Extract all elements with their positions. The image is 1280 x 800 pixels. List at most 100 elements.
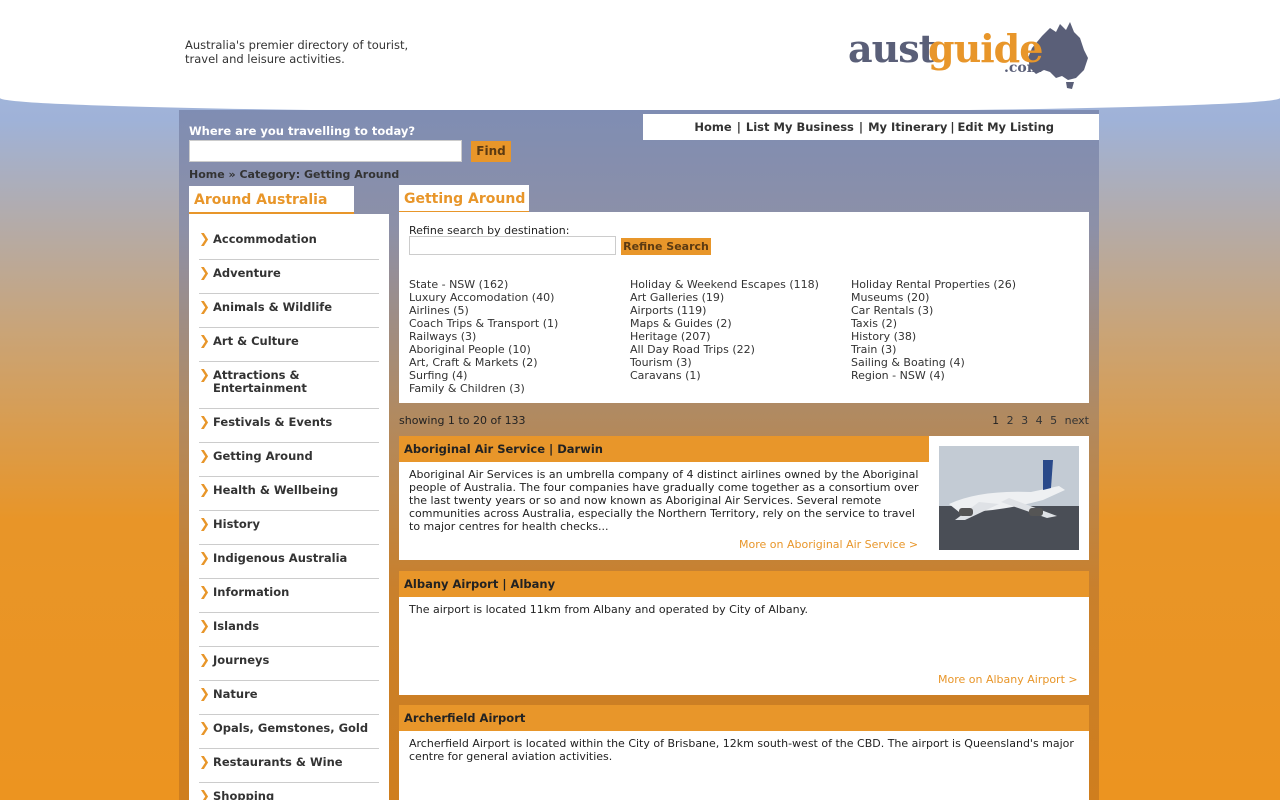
sidebar-item-label: Health & Wellbeing — [213, 483, 339, 497]
category-sidebar: ❯ Accommodation ❯ Adventure ❯ Animals & Wil… — [189, 214, 389, 800]
refine-link[interactable]: Car Rentals (3) — [851, 304, 1016, 317]
listing-name[interactable]: Aboriginal Air Service — [404, 442, 545, 456]
refine-search-button[interactable]: Refine Search — [621, 238, 711, 255]
listing-photo[interactable] — [939, 446, 1079, 550]
nav-separator: | — [950, 120, 955, 134]
sidebar-item-getting-around[interactable]: ❯ Getting Around — [199, 443, 379, 477]
refine-link[interactable]: State - NSW (162) — [409, 278, 558, 291]
chevron-right-icon: ❯ — [199, 415, 210, 430]
refine-link[interactable]: Art Galleries (19) — [630, 291, 819, 304]
airplane-photo-icon — [939, 446, 1079, 550]
sidebar-item-label: Attractions & Entertainment — [213, 368, 307, 395]
nav-my-itinerary[interactable]: My Itinerary — [868, 120, 947, 134]
refine-link[interactable]: Holiday & Weekend Escapes (118) — [630, 278, 819, 291]
sidebar-item-accommodation[interactable]: ❯ Accommodation — [199, 226, 379, 260]
sidebar-item-nature[interactable]: ❯ Nature — [199, 681, 379, 715]
listing-description: Archerfield Airport is located within th… — [409, 737, 1074, 763]
search-input[interactable] — [189, 140, 462, 162]
page-link[interactable]: 5 — [1050, 414, 1057, 427]
refine-input[interactable] — [409, 236, 616, 255]
nav-list-my-business[interactable]: List My Business — [746, 120, 854, 134]
find-button[interactable]: Find — [471, 141, 511, 162]
refine-link[interactable]: Tourism (3) — [630, 356, 819, 369]
nav-separator: | — [736, 120, 741, 134]
sidebar-item-shopping[interactable]: ❯ Shopping — [199, 783, 379, 800]
sidebar-item-information[interactable]: ❯ Information — [199, 579, 379, 613]
sidebar-item-animals-wildlife[interactable]: ❯ Animals & Wildlife — [199, 294, 379, 328]
sidebar-item-label: Accommodation — [213, 232, 317, 246]
refine-link[interactable]: All Day Road Trips (22) — [630, 343, 819, 356]
sidebar-item-label: Information — [213, 585, 290, 599]
refine-link[interactable]: Taxis (2) — [851, 317, 1016, 330]
refine-link[interactable]: Art, Craft & Markets (2) — [409, 356, 558, 369]
nav-edit-my-listing[interactable]: Edit My Listing — [958, 120, 1054, 134]
pagination: 1 2 3 4 5 next — [988, 414, 1089, 427]
sidebar-item-history[interactable]: ❯ History — [199, 511, 379, 545]
refine-link[interactable]: Family & Children (3) — [409, 382, 558, 395]
refine-link[interactable]: Region - NSW (4) — [851, 369, 1016, 382]
nav-home[interactable]: Home — [694, 120, 731, 134]
refine-link[interactable]: Airlines (5) — [409, 304, 558, 317]
sidebar-item-opals-gemstones-gold[interactable]: ❯ Opals, Gemstones, Gold — [199, 715, 379, 749]
listing-card: Archerfield Airport Archerfield Airport … — [399, 705, 1089, 800]
refine-link[interactable]: Maps & Guides (2) — [630, 317, 819, 330]
page-link[interactable]: 3 — [1021, 414, 1028, 427]
page-link[interactable]: 4 — [1036, 414, 1043, 427]
chevron-right-icon: ❯ — [199, 551, 210, 566]
refine-link[interactable]: Museums (20) — [851, 291, 1016, 304]
chevron-right-icon: ❯ — [199, 585, 210, 600]
sidebar-item-label: Restaurants & Wine — [213, 755, 343, 769]
next-page-link[interactable]: next — [1065, 414, 1089, 427]
chevron-right-icon: ❯ — [199, 483, 210, 498]
sidebar-item-art-culture[interactable]: ❯ Art & Culture — [199, 328, 379, 362]
sidebar-item-adventure[interactable]: ❯ Adventure — [199, 260, 379, 294]
page-link[interactable]: 2 — [1007, 414, 1014, 427]
listing-separator: | — [502, 577, 507, 591]
sidebar-item-islands[interactable]: ❯ Islands — [199, 613, 379, 647]
refine-link[interactable]: Surfing (4) — [409, 369, 558, 382]
listing-description: Aboriginal Air Services is an umbrella c… — [409, 468, 919, 533]
refine-link[interactable]: Caravans (1) — [630, 369, 819, 382]
sidebar-item-festivals-events[interactable]: ❯ Festivals & Events — [199, 409, 379, 443]
listing-more-link[interactable]: More on Albany Airport > — [938, 673, 1078, 686]
chevron-right-icon: ❯ — [199, 449, 210, 464]
chevron-right-icon: ❯ — [199, 789, 210, 800]
refine-link[interactable]: Railways (3) — [409, 330, 558, 343]
listing-card: Aboriginal Air Service | Darwin Aboriginal… — [399, 436, 1089, 560]
listing-name[interactable]: Archerfield Airport — [404, 711, 525, 725]
refine-link[interactable]: Train (3) — [851, 343, 1016, 356]
sidebar-item-label: Opals, Gemstones, Gold — [213, 721, 369, 735]
logo-aust-text: aust — [848, 26, 936, 71]
chevron-right-icon: ❯ — [199, 334, 210, 349]
refine-column-3: Holiday Rental Properties (26) Museums (… — [851, 278, 1016, 382]
refine-link[interactable]: Luxury Accomodation (40) — [409, 291, 558, 304]
sidebar-item-restaurants-wine[interactable]: ❯ Restaurants & Wine — [199, 749, 379, 783]
sidebar-item-health-wellbeing[interactable]: ❯ Health & Wellbeing — [199, 477, 379, 511]
refine-link[interactable]: History (38) — [851, 330, 1016, 343]
listing-more-link[interactable]: More on Aboriginal Air Service > — [739, 538, 918, 551]
listing-header[interactable]: Albany Airport | Albany — [399, 571, 1089, 597]
sidebar-item-attractions[interactable]: ❯ Attractions & Entertainment — [199, 362, 379, 409]
breadcrumb-home[interactable]: Home — [189, 168, 225, 181]
breadcrumb-separator: » — [228, 168, 236, 181]
site-tagline: Australia's premier directory of tourist… — [185, 38, 409, 66]
sidebar-item-label: Animals & Wildlife — [213, 300, 333, 314]
listing-header[interactable]: Aboriginal Air Service | Darwin — [399, 436, 929, 462]
refine-link[interactable]: Airports (119) — [630, 304, 819, 317]
site-logo[interactable]: aust guide .com — [846, 18, 1096, 93]
sidebar-item-label: History — [213, 517, 260, 531]
refine-link[interactable]: Holiday Rental Properties (26) — [851, 278, 1016, 291]
listing-name[interactable]: Albany Airport — [404, 577, 498, 591]
refine-link[interactable]: Aboriginal People (10) — [409, 343, 558, 356]
refine-link[interactable]: Heritage (207) — [630, 330, 819, 343]
breadcrumb-current: Category: Getting Around — [239, 168, 400, 181]
sidebar-item-journeys[interactable]: ❯ Journeys — [199, 647, 379, 681]
chevron-right-icon: ❯ — [199, 266, 210, 281]
sidebar-item-label: Adventure — [213, 266, 281, 280]
refine-link[interactable]: Sailing & Boating (4) — [851, 356, 1016, 369]
refine-link[interactable]: Coach Trips & Transport (1) — [409, 317, 558, 330]
listing-header[interactable]: Archerfield Airport — [399, 705, 1089, 731]
sidebar-item-indigenous-australia[interactable]: ❯ Indigenous Australia — [199, 545, 379, 579]
chevron-right-icon: ❯ — [199, 300, 210, 315]
search-label: Where are you travelling to today? — [189, 124, 416, 138]
